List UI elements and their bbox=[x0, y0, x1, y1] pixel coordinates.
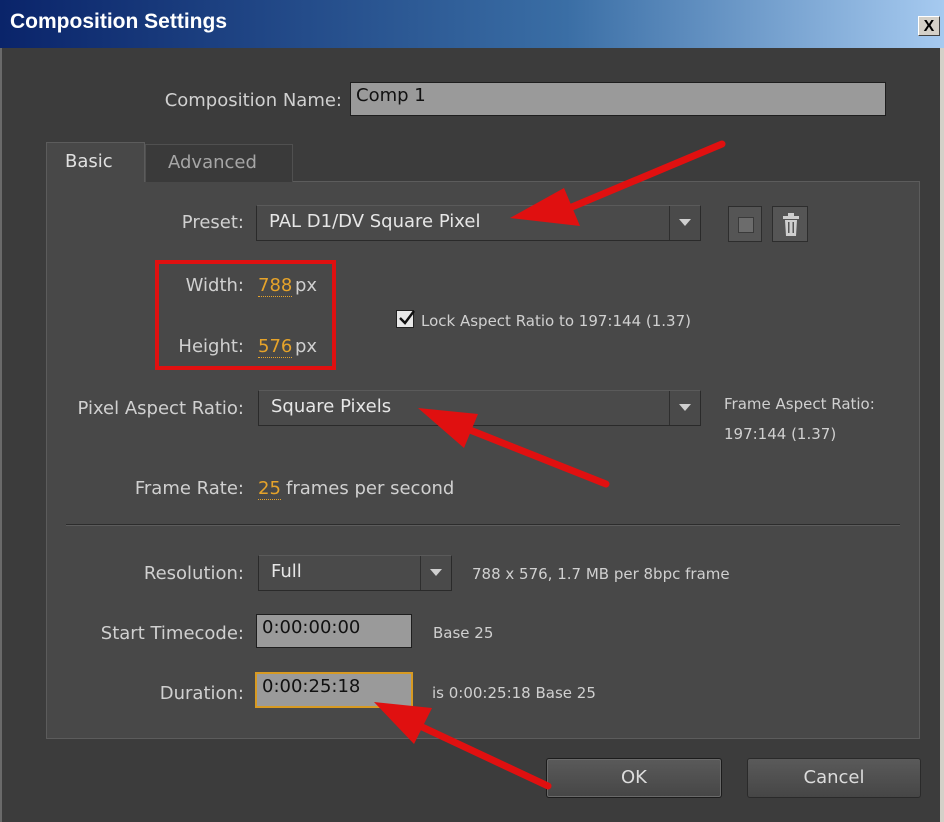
tab-advanced-label: Advanced bbox=[168, 152, 257, 173]
preset-label: Preset: bbox=[181, 212, 244, 233]
duration-input[interactable]: 0:00:25:18 bbox=[255, 672, 413, 708]
resolution-dropdown[interactable]: Full bbox=[258, 555, 452, 591]
start-timecode-label: Start Timecode: bbox=[100, 623, 244, 644]
resolution-info: 788 x 576, 1.7 MB per 8bpc frame bbox=[472, 565, 730, 583]
preset-dropdown[interactable]: PAL D1/DV Square Pixel bbox=[256, 205, 701, 241]
preset-value: PAL D1/DV Square Pixel bbox=[269, 211, 481, 232]
pixel-aspect-value: Square Pixels bbox=[271, 396, 392, 417]
tab-basic[interactable]: Basic bbox=[46, 142, 145, 182]
annotation-highlight-box bbox=[155, 260, 336, 370]
cancel-button[interactable]: Cancel bbox=[747, 758, 921, 798]
pixel-aspect-dropdown[interactable]: Square Pixels bbox=[258, 390, 701, 426]
resolution-value: Full bbox=[271, 561, 302, 582]
checkmark-icon bbox=[399, 310, 415, 325]
window-frame-right bbox=[940, 48, 944, 822]
resolution-label: Resolution: bbox=[143, 563, 244, 584]
delete-preset-button[interactable] bbox=[772, 206, 808, 242]
chevron-down-icon bbox=[420, 556, 451, 590]
ok-button[interactable]: OK bbox=[546, 758, 722, 798]
duration-label: Duration: bbox=[159, 683, 244, 704]
duration-info: is 0:00:25:18 Base 25 bbox=[432, 684, 596, 702]
lock-aspect-label: Lock Aspect Ratio to 197:144 (1.37) bbox=[421, 312, 691, 330]
section-divider bbox=[66, 524, 900, 526]
close-button[interactable]: X bbox=[918, 16, 940, 36]
tab-advanced[interactable]: Advanced bbox=[145, 144, 293, 182]
title-bar[interactable]: Composition Settings X bbox=[0, 0, 944, 48]
frame-rate-unit: frames per second bbox=[286, 478, 455, 499]
save-preset-icon bbox=[738, 217, 754, 233]
tab-basic-label: Basic bbox=[65, 151, 113, 172]
composition-name-input[interactable]: Comp 1 bbox=[350, 82, 886, 116]
pixel-aspect-label: Pixel Aspect Ratio: bbox=[77, 398, 245, 419]
composition-name-label: Composition Name: bbox=[164, 90, 342, 111]
window-title: Composition Settings bbox=[10, 10, 227, 33]
window-frame-left bbox=[0, 48, 2, 822]
trash-icon bbox=[783, 213, 799, 236]
save-preset-button[interactable] bbox=[728, 206, 762, 242]
frame-aspect-value: 197:144 (1.37) bbox=[724, 425, 837, 443]
chevron-down-icon bbox=[669, 391, 700, 425]
start-timecode-base: Base 25 bbox=[433, 624, 494, 642]
frame-aspect-label: Frame Aspect Ratio: bbox=[724, 395, 875, 413]
frame-rate-label: Frame Rate: bbox=[134, 478, 244, 499]
chevron-down-icon bbox=[669, 206, 700, 240]
lock-aspect-checkbox[interactable] bbox=[396, 310, 415, 328]
start-timecode-input[interactable]: 0:00:00:00 bbox=[256, 614, 412, 648]
frame-rate-value[interactable]: 25 bbox=[258, 478, 281, 500]
